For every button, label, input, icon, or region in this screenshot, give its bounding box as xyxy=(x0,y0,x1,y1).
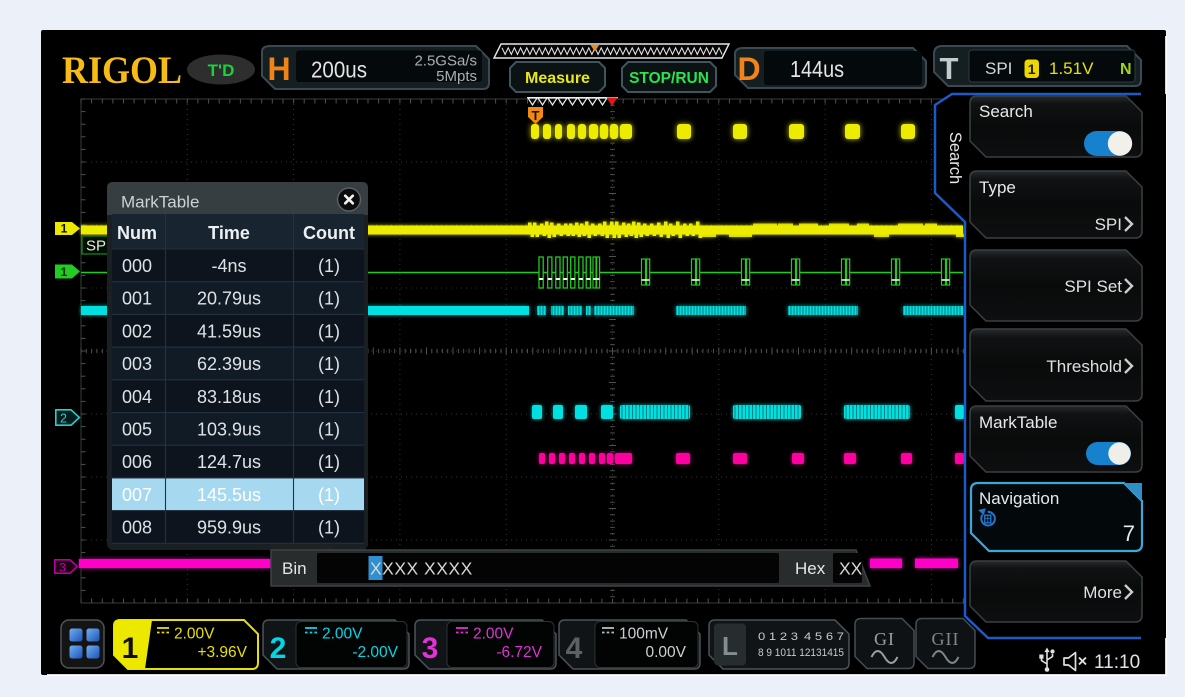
svg-text:1: 1 xyxy=(61,265,68,279)
svg-text:83.18us: 83.18us xyxy=(197,387,261,407)
svg-text:GI: GI xyxy=(874,629,895,649)
svg-text:144us: 144us xyxy=(790,56,844,82)
svg-text:T'D: T'D xyxy=(208,61,235,80)
svg-text:SPI: SPI xyxy=(86,238,110,255)
svg-text:Num: Num xyxy=(117,223,157,243)
svg-text:41.59us: 41.59us xyxy=(197,321,261,341)
svg-text:GII: GII xyxy=(932,629,960,649)
svg-text:2.00V: 2.00V xyxy=(473,626,514,643)
svg-text:-4ns: -4ns xyxy=(211,256,246,276)
svg-text:007: 007 xyxy=(122,485,152,505)
svg-text:SPI Set: SPI Set xyxy=(1064,277,1122,296)
svg-text:200us: 200us xyxy=(311,57,367,83)
svg-text:0.00V: 0.00V xyxy=(645,644,686,661)
svg-text:SPI: SPI xyxy=(985,59,1012,78)
svg-text:2.00V: 2.00V xyxy=(322,626,363,643)
svg-text:MarkTable: MarkTable xyxy=(121,193,199,212)
svg-text:003: 003 xyxy=(122,354,152,374)
svg-text:008: 008 xyxy=(122,518,152,538)
svg-text:7: 7 xyxy=(1123,521,1135,546)
svg-text:2.5GSa/s: 2.5GSa/s xyxy=(414,53,477,70)
svg-text:(1): (1) xyxy=(318,256,340,276)
svg-text:Measure: Measure xyxy=(525,70,590,87)
svg-text:005: 005 xyxy=(122,420,152,440)
svg-text:(1): (1) xyxy=(318,354,340,374)
svg-text:+3.96V: +3.96V xyxy=(197,644,247,661)
svg-text:-2.00V: -2.00V xyxy=(352,644,398,661)
svg-text:Threshold: Threshold xyxy=(1046,357,1122,376)
svg-text:More: More xyxy=(1083,583,1122,602)
svg-text:Count: Count xyxy=(303,223,355,243)
svg-text:004: 004 xyxy=(122,387,152,407)
svg-text:Navigation: Navigation xyxy=(979,489,1059,508)
svg-text:62.39us: 62.39us xyxy=(197,354,261,374)
svg-text:(1): (1) xyxy=(318,452,340,472)
svg-text:-6.72V: -6.72V xyxy=(496,644,542,661)
svg-text:5Mpts: 5Mpts xyxy=(436,68,477,85)
svg-text:8 9 1011 12131415: 8 9 1011 12131415 xyxy=(758,647,844,659)
svg-text:D: D xyxy=(737,51,760,87)
svg-text:1: 1 xyxy=(122,632,139,665)
svg-text:0 1 2 3: 0 1 2 3 xyxy=(758,631,798,643)
svg-text:XXXX XXXX: XXXX XXXX xyxy=(370,559,473,579)
svg-text:124.7us: 124.7us xyxy=(197,452,261,472)
svg-text:2: 2 xyxy=(60,411,67,425)
svg-text:Type: Type xyxy=(979,178,1016,197)
svg-text:H: H xyxy=(267,51,290,87)
svg-text:(1): (1) xyxy=(318,321,340,341)
svg-text:002: 002 xyxy=(122,321,152,341)
svg-text:103.9us: 103.9us xyxy=(197,420,261,440)
svg-text:STOP/RUN: STOP/RUN xyxy=(629,70,709,87)
svg-text:Search: Search xyxy=(946,132,964,184)
svg-text:(1): (1) xyxy=(318,387,340,407)
svg-text:1: 1 xyxy=(61,222,68,236)
svg-text:(1): (1) xyxy=(318,518,340,538)
svg-text:(1): (1) xyxy=(318,485,340,505)
svg-text:006: 006 xyxy=(122,452,152,472)
svg-text:Hex: Hex xyxy=(795,559,826,578)
svg-text:N: N xyxy=(1120,61,1132,78)
svg-text:Bin: Bin xyxy=(282,559,307,578)
svg-text:1: 1 xyxy=(1028,61,1036,77)
svg-text:3: 3 xyxy=(422,632,439,665)
svg-text:L: L xyxy=(722,631,738,661)
svg-text:000: 000 xyxy=(122,256,152,276)
svg-text:T: T xyxy=(940,51,959,86)
svg-text:T: T xyxy=(532,108,540,123)
svg-text:2: 2 xyxy=(270,632,287,665)
svg-text:4 5 6 7: 4 5 6 7 xyxy=(804,631,844,643)
svg-text:959.9us: 959.9us xyxy=(197,518,261,538)
svg-text:145.5us: 145.5us xyxy=(197,485,261,505)
svg-text:2.00V: 2.00V xyxy=(174,626,215,643)
svg-text:20.79us: 20.79us xyxy=(197,289,261,309)
svg-text:11:10: 11:10 xyxy=(1094,652,1140,673)
svg-text:SPI: SPI xyxy=(1095,215,1122,234)
svg-text:1.51V: 1.51V xyxy=(1049,59,1094,78)
svg-text:100mV: 100mV xyxy=(619,626,669,643)
svg-text:Search: Search xyxy=(979,102,1033,121)
svg-text:(1): (1) xyxy=(318,289,340,309)
svg-text:RIGOL: RIGOL xyxy=(62,49,182,92)
svg-text:(1): (1) xyxy=(318,420,340,440)
svg-text:Time: Time xyxy=(208,223,250,243)
svg-text:XX: XX xyxy=(839,559,863,579)
svg-text:MarkTable: MarkTable xyxy=(979,413,1057,432)
svg-text:3: 3 xyxy=(59,560,66,574)
svg-text:4: 4 xyxy=(566,632,583,665)
svg-text:001: 001 xyxy=(122,289,152,309)
